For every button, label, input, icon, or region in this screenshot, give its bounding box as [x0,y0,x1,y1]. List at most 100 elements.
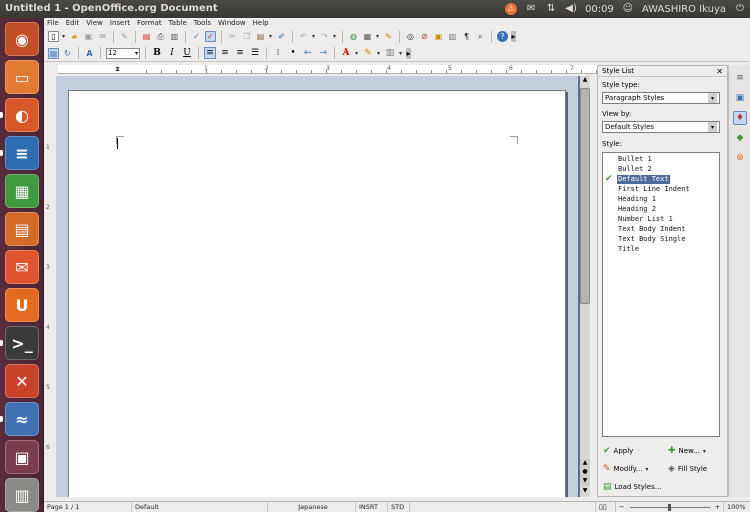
terminal-icon[interactable]: >_ [5,326,39,360]
new-style-button[interactable]: ✚ New... ▾ [668,446,707,456]
highlighting-icon[interactable]: ✎ [362,47,374,59]
find-replace-icon[interactable]: ◎ [405,31,416,42]
increase-indent-icon[interactable]: ⇥ [317,47,329,59]
table-icon[interactable]: ▦ [362,31,373,42]
style-list-item[interactable]: Number List 1 [617,215,674,224]
underline-button[interactable]: U [181,47,193,59]
vertical-scrollbar[interactable]: ▲ ▲ ● ▼ ▼ [580,76,590,497]
autospellcheck-icon[interactable]: ✓ [205,31,216,42]
styles-formatting-icon[interactable]: ▤ [48,47,59,59]
firefox-icon[interactable]: ◐ [5,98,39,132]
trash-icon[interactable]: ▥ [5,478,39,512]
ubuntu-one-icon[interactable]: U [5,288,39,322]
style-list-item[interactable]: Text Body Single [617,235,686,244]
bold-button[interactable]: B [151,47,163,59]
fill-style-button[interactable]: ◈ Fill Style [668,464,707,474]
navigator-icon[interactable]: ⊛ [733,151,747,165]
data-sources-icon[interactable]: ▥ [447,31,458,42]
next-page-icon[interactable]: ▼ [580,477,590,486]
document-page[interactable] [68,90,566,497]
close-icon[interactable]: ✕ [716,67,723,76]
scroll-down-icon[interactable]: ▼ [580,487,590,497]
apply-style-icon[interactable]: ↻ [62,48,73,59]
cut-icon[interactable]: ✂ [227,31,238,42]
properties-icon[interactable]: ▣ [733,91,747,105]
insert-mode[interactable]: INSRT [356,502,388,512]
redo-icon[interactable]: ↷ [319,31,330,42]
zoom-thumb[interactable] [667,503,671,511]
volume-icon[interactable]: ◀) [565,3,577,15]
clone-formatting-icon[interactable]: ✐ [276,31,287,42]
files-icon[interactable]: ▭ [5,60,39,94]
print-icon[interactable]: ⎙ [155,31,166,42]
background-color-icon[interactable]: ▥ [384,47,396,59]
navigator-icon[interactable]: ⊘ [419,31,430,42]
zoom-in-icon[interactable]: + [715,503,720,511]
gallery-icon[interactable]: ▣ [433,31,444,42]
style-list-item[interactable]: Default Text [617,175,670,184]
styles-icon[interactable]: ♦ [733,111,747,125]
horizontal-ruler[interactable]: 1 2 3 4 5 6 7 ⧗ [58,65,627,74]
openoffice-icon[interactable]: ≈ [5,402,39,436]
document-area[interactable] [56,76,580,497]
show-draw-functions-icon[interactable]: ✎ [383,31,394,42]
style-list-item[interactable]: Heading 2 [617,205,657,214]
scrollbar-thumb[interactable] [580,88,590,304]
mail-icon[interactable]: ✉ [525,3,537,15]
save-icon[interactable]: ▣ [83,31,94,42]
copy-icon[interactable]: ❐ [241,31,252,42]
apply-button[interactable]: ✔ Apply [603,446,633,456]
style-list-item[interactable]: Text Body Indent [617,225,686,234]
align-left-icon[interactable]: ≡ [204,47,216,59]
style-list-item[interactable]: Heading 1 [617,195,657,204]
language[interactable]: Japanese [268,502,356,512]
system-settings-icon[interactable]: ✕ [5,364,39,398]
zoom-level[interactable]: 100% [724,502,750,512]
workspace-switcher-icon[interactable]: ▣ [5,440,39,474]
italic-button[interactable]: I [166,47,178,59]
menu-file[interactable]: File [47,19,59,27]
align-right-icon[interactable]: ≡ [234,47,246,59]
formatting-marks-icon[interactable]: ¶ [461,31,472,42]
style-listbox[interactable]: Bullet 1 Bullet 2 ✔ Default Text First Line … [602,152,720,437]
vertical-ruler[interactable]: 1 2 3 4 5 6 [44,84,54,504]
style-list-item[interactable]: Bullet 1 [617,155,653,164]
page-preview-icon[interactable]: ▥ [169,31,180,42]
toolbar2-overflow-icon[interactable]: ▸ [406,47,411,59]
indent-marker-icon[interactable]: ⧗ [115,65,120,74]
impress-icon[interactable]: ▤ [5,212,39,246]
export-pdf-icon[interactable]: ▤ [141,31,152,42]
font-name-icon[interactable]: A [84,48,95,59]
modify-style-button[interactable]: ✎ Modify... ▾ [603,464,649,474]
paste-icon[interactable]: ▤ [255,31,266,42]
menu-tools[interactable]: Tools [194,19,211,27]
style-list-item[interactable]: Bullet 2 [617,165,653,174]
updates-icon[interactable]: ⚠ [505,3,518,15]
new-document-icon[interactable]: ▯ [48,31,59,42]
writer-icon[interactable]: ≡ [5,136,39,170]
document-modified-icon[interactable] [410,502,596,512]
spellcheck-icon[interactable]: ✓ [191,31,202,42]
align-center-icon[interactable]: ≡ [219,47,231,59]
toolbar-overflow-icon[interactable]: ▸ [511,31,516,42]
prev-page-icon[interactable]: ▲ [580,459,590,468]
email-icon[interactable]: ✉ [97,31,108,42]
calc-icon[interactable]: ▦ [5,174,39,208]
menu-help[interactable]: Help [253,19,269,27]
user-name[interactable]: AWASHIRO Ikuya [642,4,726,15]
scroll-up-icon[interactable]: ▲ [580,76,590,86]
style-type-select[interactable]: Paragraph Styles ▾ [602,92,720,104]
numbering-icon[interactable]: ⁝ [272,47,284,59]
edit-file-icon[interactable]: ✎ [119,31,130,42]
menu-edit[interactable]: Edit [66,19,80,27]
help-icon[interactable]: ? [497,31,508,42]
zoom-track[interactable] [629,503,710,511]
undo-icon[interactable]: ↶ [298,31,309,42]
load-styles-button[interactable]: ▤ Load Styles... [603,482,661,492]
gallery-icon[interactable]: ◆ [733,131,747,145]
menu-format[interactable]: Format [137,19,162,27]
page-indicator[interactable]: Page 1 / 1 [44,502,132,512]
menu-view[interactable]: View [86,19,103,27]
user-icon[interactable]: ☺ [622,3,634,15]
zoom-icon[interactable]: ⌕ [475,31,486,42]
